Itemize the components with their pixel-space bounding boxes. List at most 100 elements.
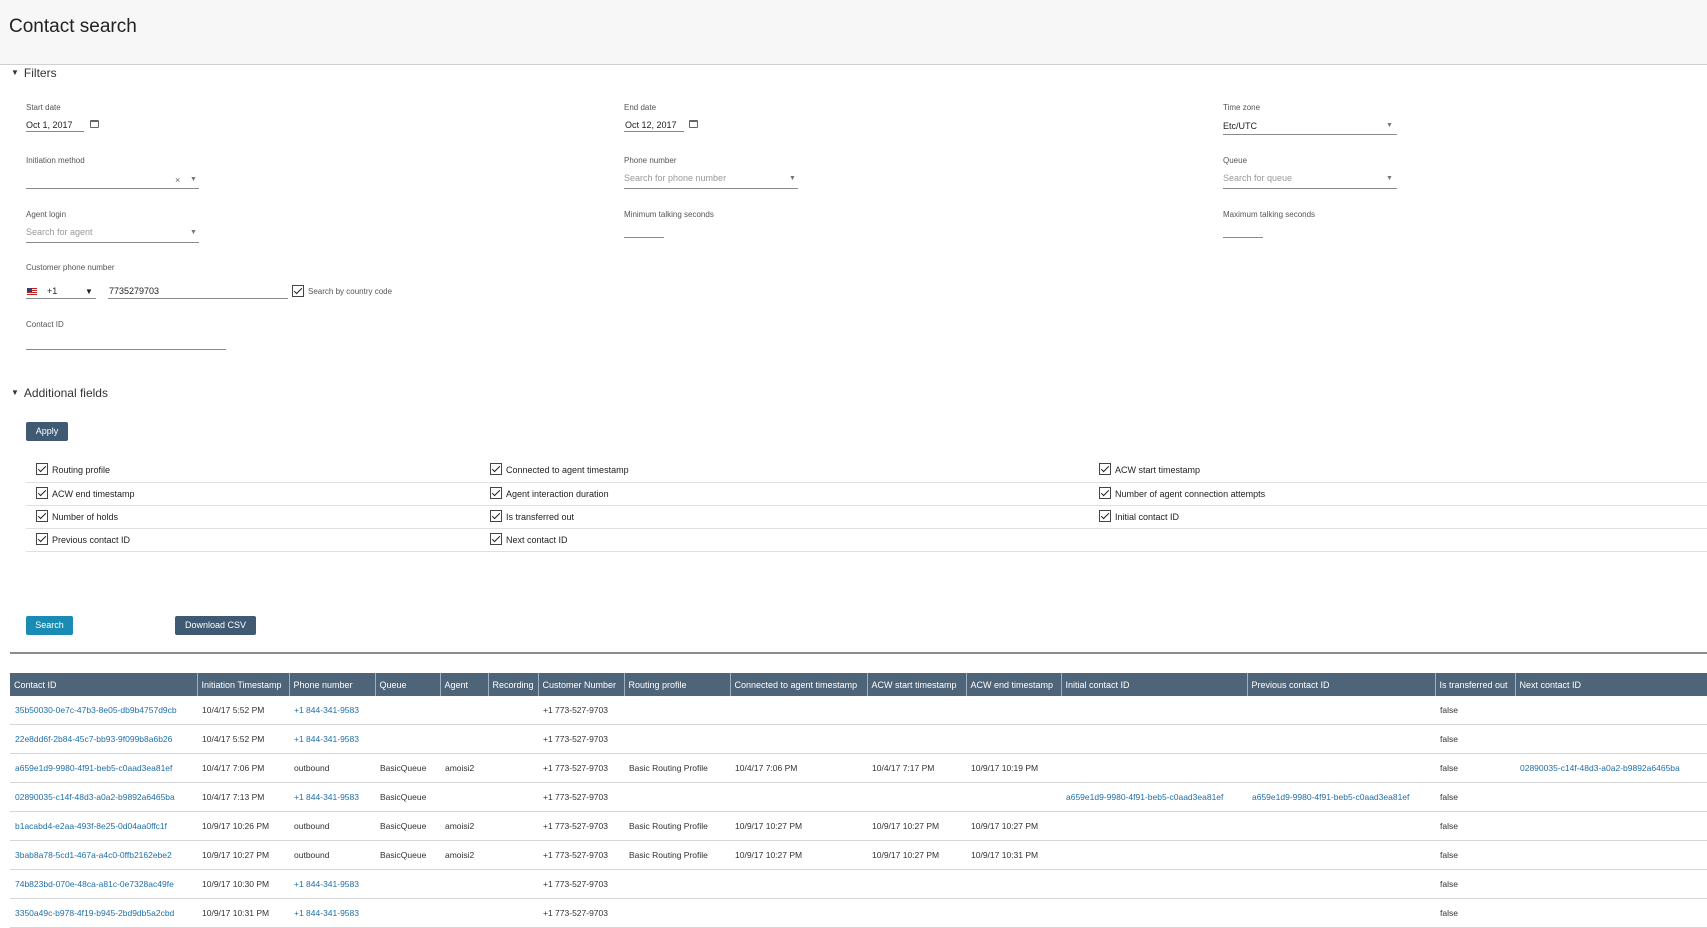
agent-login-input[interactable]: Search for agent — [26, 227, 93, 237]
acw-start-timestamp-checkbox[interactable] — [1099, 463, 1111, 475]
is-transferred-out-checkbox[interactable] — [490, 510, 502, 522]
table-cell[interactable]: 35b50030-0e7c-47b3-8e05-db9b4757d9cb — [10, 696, 197, 725]
table-cell[interactable]: 02890035-c14f-48d3-a0a2-b9892a6465ba — [1515, 753, 1707, 783]
table-cell[interactable]: +1 844-341-9583 — [289, 898, 375, 928]
min-talking-input[interactable] — [624, 237, 664, 238]
table-cell[interactable]: +1 844-341-9583 — [289, 782, 375, 812]
dropdown-arrow-icon[interactable]: ▼ — [190, 176, 197, 183]
previous-contact-id-label: Previous contact ID — [52, 535, 131, 545]
agent-connection-attempts-checkbox[interactable] — [1099, 487, 1111, 499]
table-cell — [488, 753, 538, 783]
end-date-input[interactable]: Oct 12, 2017 — [625, 120, 677, 130]
filters-toggle[interactable]: ▼ Filters — [11, 66, 57, 80]
table-cell[interactable]: +1 844-341-9583 — [289, 869, 375, 899]
max-talking-input[interactable] — [1223, 237, 1263, 238]
search-by-country-code-checkbox[interactable] — [292, 285, 304, 297]
queue-label: Queue — [1223, 156, 1248, 165]
table-cell[interactable]: a659e1d9-9980-4f91-beb5-c0aad3ea81ef — [10, 753, 197, 783]
table-cell[interactable]: 22e8dd6f-2b84-45c7-bb93-9f099b8a6b26 — [10, 724, 197, 754]
column-header[interactable]: Is transferred out — [1435, 673, 1516, 696]
customer-phone-input[interactable]: 7735279703 — [109, 286, 159, 296]
table-cell — [1247, 753, 1435, 783]
calendar-icon[interactable] — [689, 120, 698, 128]
start-date-input[interactable]: Oct 1, 2017 — [26, 120, 73, 130]
table-cell: 10/4/17 7:13 PM — [197, 782, 289, 812]
table-cell[interactable]: 3350a49c-b978-4f19-b945-2bd9db5a2cbd — [10, 898, 197, 928]
table-cell[interactable]: a659e1d9-9980-4f91-beb5-c0aad3ea81ef — [1061, 782, 1247, 812]
search-button[interactable]: Search — [26, 616, 73, 635]
table-cell: +1 773-527-9703 — [538, 840, 624, 870]
table-row: b1acabd4-e2aa-493f-8e25-0d04aa0ffc1f 10/9… — [10, 811, 1707, 841]
column-header[interactable]: Contact ID — [10, 673, 198, 696]
table-cell[interactable]: 02890035-c14f-48d3-a0a2-b9892a6465ba — [10, 782, 197, 812]
agent-login-underline — [26, 242, 199, 243]
column-header[interactable]: Queue — [375, 673, 441, 696]
agent-interaction-duration-checkbox[interactable] — [490, 487, 502, 499]
column-header[interactable]: Phone number — [289, 673, 376, 696]
routing-profile-checkbox[interactable] — [36, 463, 48, 475]
page-title: Contact search — [9, 16, 137, 37]
table-cell: 10/4/17 7:06 PM — [197, 753, 289, 783]
table-cell — [1247, 869, 1435, 899]
table-cell[interactable]: +1 844-341-9583 — [289, 696, 375, 725]
dropdown-arrow-icon[interactable]: ▼ — [190, 229, 197, 236]
clear-icon[interactable]: × — [175, 175, 180, 185]
table-cell[interactable]: 74b823bd-070e-48ca-a81c-0e7328ac49fe — [10, 869, 197, 899]
acw-end-timestamp-checkbox[interactable] — [36, 487, 48, 499]
table-cell[interactable]: a659e1d9-9980-4f91-beb5-c0aad3ea81ef — [1247, 782, 1435, 812]
table-cell: +1 773-527-9703 — [538, 782, 624, 812]
table-cell: outbound — [289, 811, 375, 841]
country-code[interactable]: +1 — [47, 286, 57, 296]
column-header[interactable]: Previous contact ID — [1247, 673, 1436, 696]
column-header[interactable]: ACW end timestamp — [966, 673, 1062, 696]
column-header[interactable]: Initiation Timestamp — [197, 673, 290, 696]
column-header[interactable]: Agent — [440, 673, 489, 696]
contact-id-input[interactable] — [26, 349, 226, 350]
number-of-holds-checkbox[interactable] — [36, 510, 48, 522]
table-cell: false — [1435, 811, 1515, 841]
initial-contact-id-checkbox[interactable] — [1099, 510, 1111, 522]
time-zone-label: Time zone — [1223, 103, 1261, 112]
column-header[interactable]: Routing profile — [624, 673, 731, 696]
column-header[interactable]: Initial contact ID — [1061, 673, 1248, 696]
previous-contact-id-checkbox[interactable] — [36, 533, 48, 545]
table-cell[interactable]: 3bab8a78-5cd1-467a-a4c0-0ffb2162ebe2 — [10, 840, 197, 870]
start-date-label: Start date — [26, 103, 61, 112]
table-cell — [1247, 696, 1435, 725]
column-header[interactable]: Recording — [488, 673, 539, 696]
additional-fields-toggle[interactable]: ▼ Additional fields — [11, 386, 108, 400]
dropdown-arrow-icon[interactable]: ▼ — [789, 175, 796, 182]
table-cell — [440, 869, 488, 899]
phone-number-input[interactable]: Search for phone number — [624, 173, 726, 183]
table-cell — [624, 898, 730, 928]
country-dropdown-icon[interactable]: ▼ — [85, 287, 93, 296]
apply-button[interactable]: Apply — [26, 422, 68, 441]
table-cell: 10/9/17 10:31 PM — [966, 840, 1061, 870]
column-header[interactable]: Connected to agent timestamp — [730, 673, 868, 696]
table-cell — [1061, 724, 1247, 754]
column-header[interactable]: Next contact ID — [1515, 673, 1707, 696]
column-header[interactable]: Customer Number — [538, 673, 625, 696]
end-date-underline — [624, 131, 684, 132]
connected-to-agent-timestamp-label: Connected to agent timestamp — [506, 465, 629, 475]
time-zone-select[interactable]: Etc/UTC — [1223, 121, 1257, 131]
next-contact-id-checkbox[interactable] — [490, 533, 502, 545]
table-cell[interactable]: b1acabd4-e2aa-493f-8e25-0d04aa0ffc1f — [10, 811, 197, 841]
queue-input[interactable]: Search for queue — [1223, 173, 1292, 183]
download-csv-button[interactable]: Download CSV — [175, 616, 256, 635]
table-cell: 10/4/17 7:17 PM — [867, 753, 966, 783]
column-header[interactable]: ACW start timestamp — [867, 673, 967, 696]
initiation-method-select[interactable] — [26, 188, 199, 189]
filters-label: Filters — [23, 66, 57, 80]
initiation-method-label: Initiation method — [26, 156, 85, 165]
table-cell — [730, 869, 867, 899]
table-cell — [966, 724, 1061, 754]
table-cell: BasicQueue — [375, 782, 440, 812]
connected-to-agent-timestamp-checkbox[interactable] — [490, 463, 502, 475]
table-cell: 10/9/17 10:30 PM — [197, 869, 289, 899]
calendar-icon[interactable] — [90, 120, 99, 128]
dropdown-arrow-icon[interactable]: ▼ — [1386, 175, 1393, 182]
table-cell[interactable]: +1 844-341-9583 — [289, 724, 375, 754]
table-cell: +1 773-527-9703 — [538, 869, 624, 899]
dropdown-arrow-icon[interactable]: ▼ — [1386, 122, 1393, 129]
